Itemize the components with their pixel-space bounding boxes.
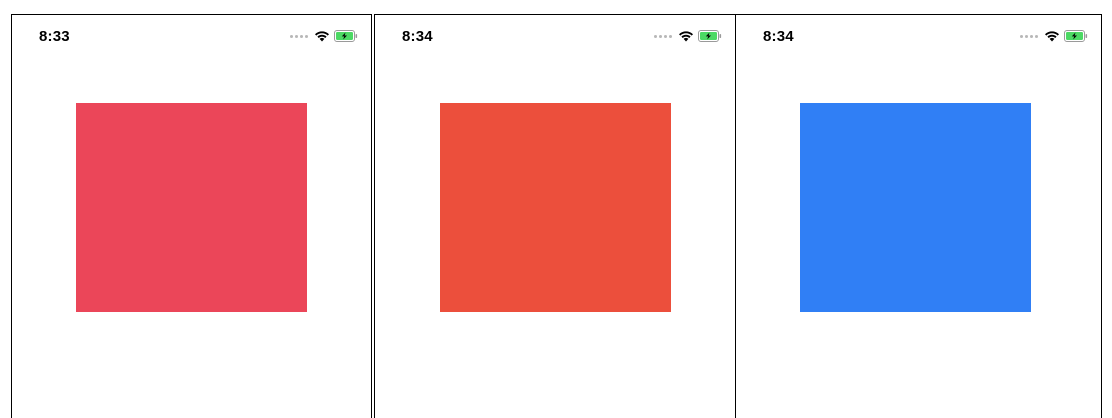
battery-charging-icon bbox=[1064, 30, 1088, 42]
color-block bbox=[800, 103, 1031, 312]
phone-screen-1: 8:33 bbox=[11, 14, 372, 418]
status-icons bbox=[654, 29, 722, 43]
signal-dots-icon bbox=[290, 34, 308, 38]
status-time: 8:34 bbox=[402, 28, 433, 45]
color-block bbox=[440, 103, 671, 312]
battery-charging-icon bbox=[698, 30, 722, 42]
color-block bbox=[76, 103, 307, 312]
status-time: 8:34 bbox=[763, 28, 794, 45]
wifi-icon bbox=[1044, 30, 1060, 42]
signal-dots-icon bbox=[1020, 34, 1038, 38]
wifi-icon bbox=[314, 30, 330, 42]
phone-screen-3: 8:34 bbox=[736, 14, 1102, 418]
signal-dots-icon bbox=[654, 34, 672, 38]
status-bar: 8:34 bbox=[736, 15, 1101, 55]
phone-screen-2: 8:34 bbox=[374, 14, 736, 418]
status-bar: 8:34 bbox=[375, 15, 735, 55]
status-time: 8:33 bbox=[39, 28, 70, 45]
wifi-icon bbox=[678, 30, 694, 42]
status-bar: 8:33 bbox=[12, 15, 371, 55]
status-icons bbox=[290, 29, 358, 43]
battery-charging-icon bbox=[334, 30, 358, 42]
status-icons bbox=[1020, 29, 1088, 43]
